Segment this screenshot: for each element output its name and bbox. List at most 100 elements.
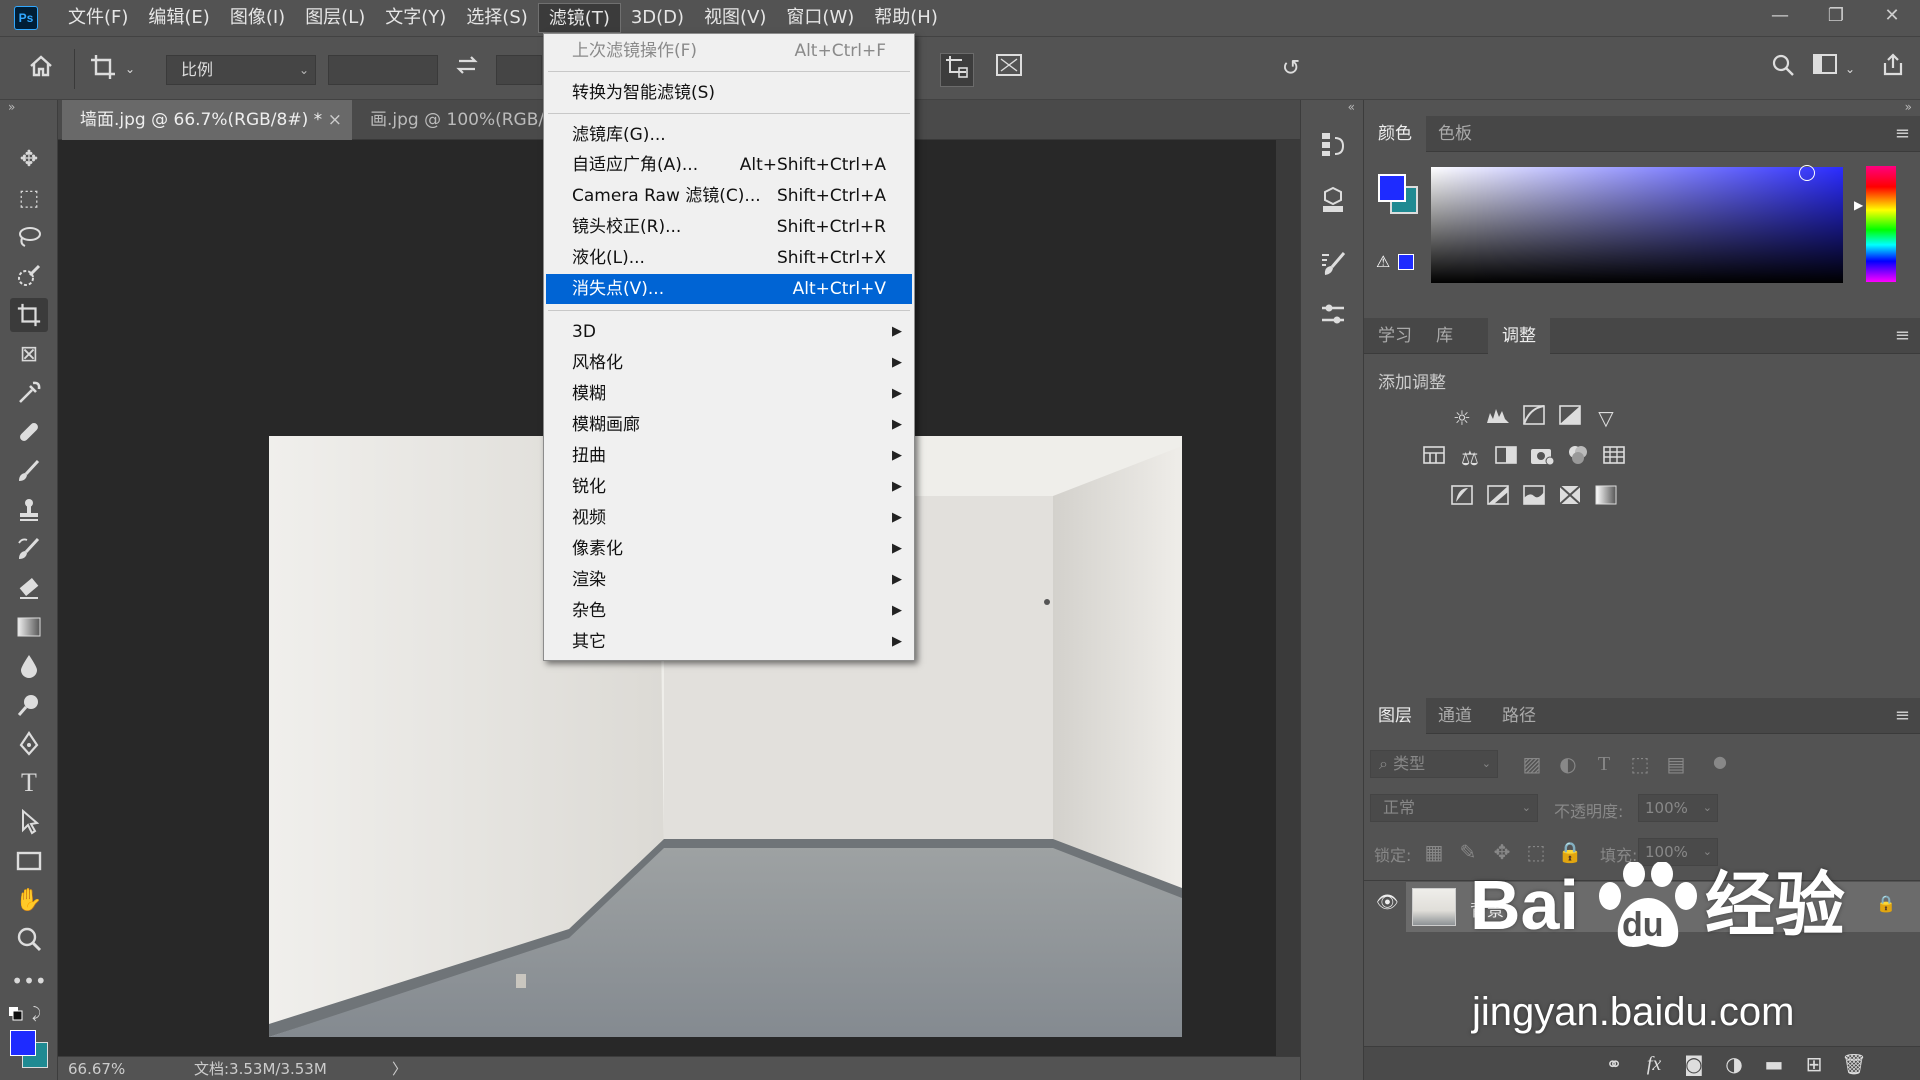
color-picker-field[interactable] — [1431, 165, 1843, 283]
tab-libraries[interactable]: 库 — [1422, 318, 1467, 354]
tab-color[interactable]: 颜色 — [1364, 116, 1426, 152]
lock-position-icon[interactable]: ✥ — [1488, 838, 1516, 866]
brush-tool-icon[interactable] — [10, 454, 48, 488]
workspace-icon[interactable] — [1808, 53, 1842, 85]
swap-colors-icon[interactable]: ⤸ — [32, 1004, 41, 1022]
crop-tool-preset-icon[interactable] — [86, 53, 120, 91]
opacity-input[interactable]: 100% ⌄ — [1638, 794, 1718, 822]
clone-stamp-tool-icon[interactable] — [10, 493, 48, 527]
panel-menu-icon[interactable]: ≡ — [1895, 318, 1910, 354]
posterize-icon[interactable] — [1484, 484, 1512, 512]
filter-pixel-icon[interactable]: ▨ — [1518, 750, 1546, 778]
menu-window[interactable]: 窗口(W) — [776, 3, 864, 33]
layer-visibility-eye-icon[interactable]: 👁 — [1376, 892, 1399, 913]
search-icon[interactable] — [1766, 53, 1800, 87]
blend-mode-select[interactable]: 正常 ⌄ — [1370, 794, 1538, 822]
path-selection-tool-icon[interactable] — [10, 805, 48, 839]
menu-item-render[interactable]: 渲染 ▶ — [546, 565, 912, 595]
lock-transparent-icon[interactable]: ▦ — [1420, 838, 1448, 866]
reset-icon[interactable]: ↺ — [1274, 53, 1308, 85]
collapse-icon[interactable]: « — [1348, 100, 1355, 114]
filter-smart-object-icon[interactable]: ▤ — [1662, 750, 1690, 778]
menu-item-blur[interactable]: 模糊 ▶ — [546, 379, 912, 409]
menu-item-blur-gallery[interactable]: 模糊画廊 ▶ — [546, 410, 912, 440]
zoom-tool-icon[interactable] — [10, 922, 48, 956]
chevron-down-icon[interactable]: ⌄ — [122, 53, 138, 85]
menu-item-video[interactable]: 视频 ▶ — [546, 503, 912, 533]
lock-all-icon[interactable]: 🔒 — [1556, 838, 1584, 866]
minimize-icon[interactable]: — — [1752, 0, 1808, 30]
move-tool-icon[interactable]: ✥ — [10, 142, 48, 176]
quick-select-tool-icon[interactable] — [10, 259, 48, 293]
tab-learn[interactable]: 学习 — [1364, 318, 1426, 354]
hue-saturation-icon[interactable] — [1420, 444, 1448, 472]
height-input[interactable] — [496, 55, 542, 85]
vertical-scrollbar[interactable] — [1276, 140, 1300, 1056]
color-picker-cursor[interactable] — [1799, 165, 1815, 181]
menu-item-camera-raw-filter[interactable]: Camera Raw 滤镜(C)... Shift+Ctrl+A — [546, 181, 912, 211]
delete-layer-icon[interactable]: 🗑 — [1840, 1050, 1868, 1078]
eyedropper-tool-icon[interactable] — [10, 376, 48, 410]
straighten-icon[interactable] — [940, 53, 974, 87]
hand-tool-icon[interactable]: ✋ — [10, 883, 48, 917]
ratio-select[interactable]: 比例 ⌄ — [166, 55, 316, 85]
exposure-icon[interactable] — [1556, 404, 1584, 432]
menu-item-vanishing-point[interactable]: 消失点(V)... Alt+Ctrl+V — [546, 274, 912, 304]
selective-color-icon[interactable] — [1592, 484, 1620, 512]
tab-layers[interactable]: 图层 — [1364, 698, 1426, 734]
layer-lock-icon[interactable]: 🔒 — [1876, 894, 1896, 913]
filter-shape-icon[interactable]: ⬚ — [1626, 750, 1654, 778]
invert-icon[interactable] — [1448, 484, 1476, 512]
3d-panel-icon[interactable] — [1315, 186, 1351, 222]
menu-type[interactable]: 文字(Y) — [375, 3, 456, 33]
rectangle-tool-icon[interactable] — [10, 844, 48, 878]
menu-file[interactable]: 文件(F) — [58, 3, 138, 33]
panel-menu-icon[interactable]: ≡ — [1895, 116, 1910, 152]
tab-channels[interactable]: 通道 — [1424, 698, 1486, 734]
width-input[interactable] — [328, 55, 438, 85]
menu-filter[interactable]: 滤镜(T) — [537, 3, 621, 33]
menu-item-lens-correction[interactable]: 镜头校正(R)... Shift+Ctrl+R — [546, 212, 912, 242]
new-adjustment-layer-icon[interactable]: ◑ — [1720, 1050, 1748, 1078]
restore-icon[interactable]: ❐ — [1808, 0, 1864, 30]
tab-adjustments[interactable]: 调整 — [1488, 318, 1550, 354]
menu-item-3d[interactable]: 3D ▶ — [546, 317, 912, 347]
collapse-icon[interactable]: » — [1905, 100, 1912, 114]
gradient-map-icon[interactable] — [1556, 484, 1584, 512]
fg-color-chip[interactable] — [1378, 174, 1406, 202]
menu-3d[interactable]: 3D(D) — [621, 3, 694, 33]
crop-tool-icon[interactable] — [10, 298, 48, 332]
gradient-tool-icon[interactable] — [10, 610, 48, 644]
color-lookup-icon[interactable] — [1600, 444, 1628, 472]
menu-image[interactable]: 图像(I) — [220, 3, 295, 33]
menu-item-other[interactable]: 其它 ▶ — [546, 627, 912, 657]
menu-item-adaptive-wide-angle[interactable]: 自适应广角(A)... Alt+Shift+Ctrl+A — [546, 150, 912, 180]
panel-menu-icon[interactable]: ≡ — [1895, 698, 1910, 734]
menu-edit[interactable]: 编辑(E) — [138, 3, 219, 33]
brush-settings-icon[interactable] — [1315, 250, 1351, 286]
chevron-down-icon[interactable]: ⌄ — [1842, 53, 1858, 85]
new-layer-icon[interactable]: ⊞ — [1800, 1050, 1828, 1078]
history-panel-icon[interactable] — [1315, 130, 1351, 166]
hue-slider[interactable] — [1866, 166, 1896, 282]
type-tool-icon[interactable]: T — [10, 766, 48, 800]
pen-tool-icon[interactable] — [10, 727, 48, 761]
default-colors-icon[interactable] — [8, 1006, 23, 1021]
history-brush-tool-icon[interactable] — [10, 532, 48, 566]
layer-filter-select[interactable]: ⌕ 类型 ⌄ — [1370, 750, 1498, 778]
color-balance-icon[interactable]: ⚖ — [1456, 444, 1484, 472]
new-group-icon[interactable]: ▬ — [1760, 1050, 1788, 1078]
tab-paths[interactable]: 路径 — [1488, 698, 1550, 734]
lock-artboard-icon[interactable]: ⬚ — [1522, 838, 1550, 866]
marquee-tool-icon[interactable]: ⬚ — [10, 181, 48, 215]
menu-item-sharpen[interactable]: 锐化 ▶ — [546, 472, 912, 502]
lasso-tool-icon[interactable] — [10, 220, 48, 254]
zoom-level[interactable]: 66.67% — [68, 1057, 125, 1080]
lock-pixels-icon[interactable]: ✎ — [1454, 838, 1482, 866]
frame-tool-icon[interactable]: ⊠ — [10, 337, 48, 371]
gamut-warning-icon[interactable]: ⚠ — [1376, 252, 1390, 271]
filter-toggle-icon[interactable]: ● — [1706, 748, 1734, 776]
channel-mixer-icon[interactable] — [1564, 444, 1592, 472]
menu-item-pixelate[interactable]: 像素化 ▶ — [546, 534, 912, 564]
share-icon[interactable] — [1876, 53, 1910, 87]
